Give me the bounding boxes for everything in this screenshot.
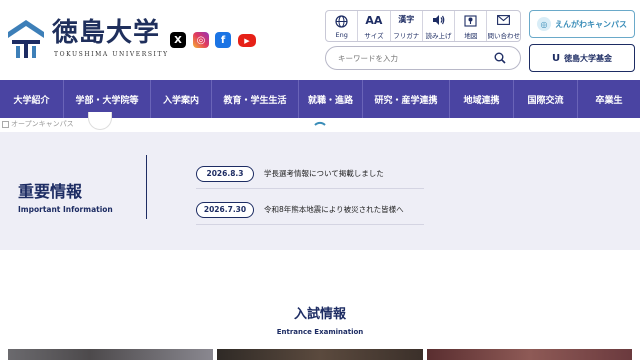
nav-item-international[interactable]: 国際交流 [514, 80, 578, 118]
engawa-campus-button[interactable]: ◎ えんがわキャンパス [529, 10, 635, 38]
admissions-section: 入試情報 Entrance Examination [0, 250, 640, 360]
read-aloud-label: 読み上げ [425, 31, 452, 40]
news-title: 令和8年熊本地震により被災された皆様へ [264, 205, 404, 214]
nav-item-student-life[interactable]: 教育・学生生活 [212, 80, 299, 118]
utility-toolbar: Eng AA サイズ 漢字 フリガナ 読み上げ 地図 問い合わせ [325, 10, 521, 42]
nav-item-admissions[interactable]: 入学案内 [151, 80, 212, 118]
search-box [325, 46, 521, 70]
admissions-photo[interactable] [217, 349, 423, 360]
language-english-button[interactable]: Eng [326, 11, 359, 41]
nav-item-community[interactable]: 地域連携 [450, 80, 514, 118]
hero-banner: オープンキャンパス [0, 112, 640, 132]
news-date-badge: 2026.8.3 [196, 165, 254, 182]
important-info-section: 重要情報 Important Information 2026.8.3 学長選考… [0, 132, 640, 250]
news-date-badge: 2026.7.30 [196, 201, 254, 218]
admissions-title: 入試情報 [293, 307, 346, 322]
font-size-button[interactable]: AA サイズ [358, 11, 391, 41]
furigana-button[interactable]: 漢字 フリガナ [391, 11, 423, 41]
news-item[interactable]: 2026.7.30 令和8年熊本地震により被災された皆様へ [196, 195, 424, 225]
language-label: Eng [335, 30, 348, 39]
instagram-icon[interactable]: ◎ [193, 32, 209, 48]
admissions-subtitle: Entrance Examination [276, 328, 364, 336]
university-name-english: TOKUSHIMA UNIVERSITY [54, 51, 169, 58]
map-label: 地図 [464, 31, 478, 40]
campus-icon: ◎ [537, 17, 551, 31]
university-logo-icon[interactable] [6, 18, 46, 60]
university-fund-label: 徳島大学基金 [564, 53, 613, 63]
facebook-icon[interactable]: f [215, 32, 231, 48]
nav-item-alumni[interactable]: 卒業生 [578, 80, 640, 118]
furigana-icon: 漢字 [398, 15, 415, 24]
fund-logo-icon: U [551, 52, 561, 64]
engawa-campus-label: えんがわキャンパス [555, 19, 627, 29]
read-aloud-button[interactable]: 読み上げ [423, 11, 456, 41]
font-size-label: サイズ [364, 31, 384, 40]
broken-image-icon [2, 120, 9, 128]
furigana-label: フリガナ [393, 31, 420, 40]
admissions-photo[interactable] [8, 349, 213, 360]
nav-item-research[interactable]: 研究・産学連携 [363, 80, 450, 118]
mail-icon [497, 13, 511, 28]
open-campus-alt-text: オープンキャンパス [11, 120, 74, 128]
site-header: 徳島大学 TOKUSHIMA UNIVERSITY X ◎ f ▶ Eng AA… [0, 0, 640, 80]
section-divider [146, 155, 147, 219]
contact-label: 問い合わせ [487, 31, 520, 40]
university-fund-button[interactable]: U 徳島大学基金 [529, 44, 635, 72]
speaker-icon [432, 13, 445, 28]
open-campus-banner-image[interactable]: オープンキャンパス [2, 119, 74, 129]
x-icon[interactable]: X [170, 32, 186, 48]
admissions-photo[interactable] [427, 349, 632, 360]
contact-button[interactable]: 問い合わせ [487, 11, 520, 41]
news-title: 学長選考情報について掲載しました [264, 169, 384, 178]
youtube-icon[interactable]: ▶ [238, 34, 256, 47]
globe-icon [335, 14, 348, 29]
university-name[interactable]: 徳島大学 [52, 19, 160, 47]
slider-control[interactable] [88, 112, 112, 130]
news-item[interactable]: 2026.8.3 学長選考情報について掲載しました [196, 159, 424, 189]
nav-item-careers[interactable]: 就職・進路 [299, 80, 363, 118]
loading-spinner-icon [311, 118, 329, 132]
important-info-subtitle: Important Information [18, 205, 113, 214]
important-info-title: 重要情報 [18, 182, 83, 201]
nav-item-about[interactable]: 大学紹介 [0, 80, 64, 118]
map-button[interactable]: 地図 [455, 11, 488, 41]
search-input[interactable] [338, 53, 492, 63]
font-size-icon: AA [365, 13, 383, 27]
map-icon [464, 13, 477, 28]
search-icon[interactable] [492, 50, 508, 66]
